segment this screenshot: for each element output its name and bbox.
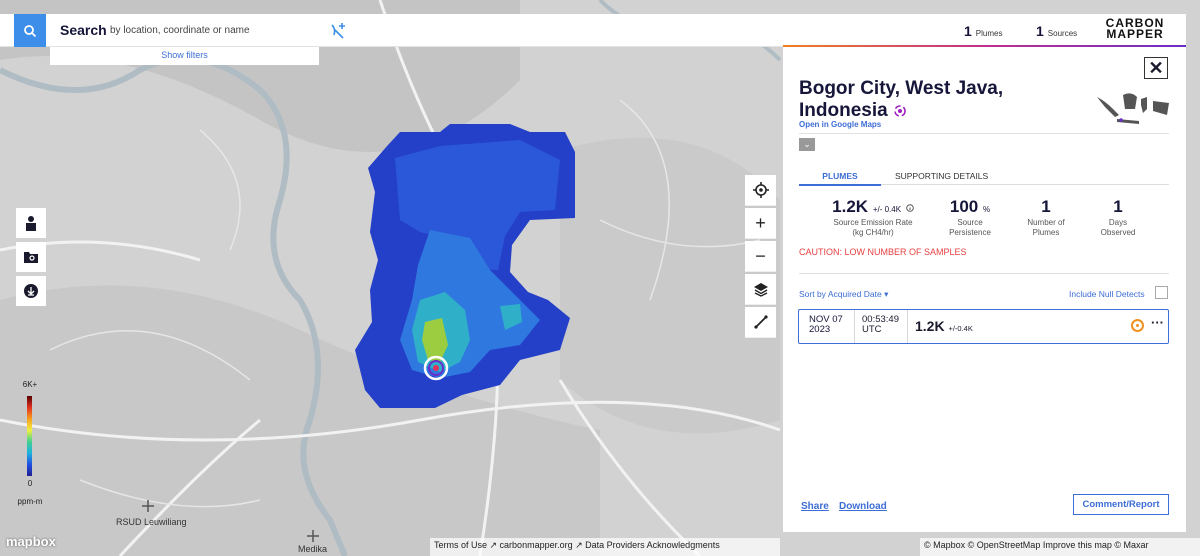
app-root: RSUD Leuwiliang Medika Search by locatio… [0, 0, 1200, 556]
ruler-icon [753, 315, 768, 329]
persistence-value: 100 [949, 197, 979, 216]
emission-rate-error: +/- 0.4K [872, 205, 902, 214]
caution-message: CAUTION: LOW NUMBER OF SAMPLES [799, 247, 967, 257]
info-icon[interactable] [906, 204, 914, 212]
more-options-icon[interactable]: ··· [1151, 315, 1164, 330]
persistence-metric: 100 % Source Persistence [935, 197, 1005, 237]
plumes-stat-label: Plumes [975, 29, 1003, 38]
caret-down-icon: ▾ [884, 289, 889, 299]
legend-color-bar [27, 396, 32, 476]
emission-rate-metric: 1.2K +/- 0.4K Source Emission Rate (kg C… [823, 197, 923, 237]
persistence-label1: Source [957, 218, 983, 227]
null-detects-checkbox[interactable] [1155, 286, 1168, 299]
chevron-down-icon: ⌄ [803, 139, 811, 149]
plume-date: NOV 07 2023 [809, 315, 843, 335]
share-link[interactable]: Share [801, 501, 829, 512]
plume-count-label2: Plumes [1032, 228, 1060, 237]
search-input[interactable]: by location, coordinate or name [110, 25, 250, 36]
divider [799, 273, 1169, 274]
plume-emission-error: +/-0.4K [948, 324, 973, 333]
close-button[interactable]: ✕ [1144, 57, 1168, 79]
plume-time-zone: UTC [862, 324, 882, 335]
measure-button[interactable] [745, 307, 776, 338]
layers-button[interactable] [745, 274, 776, 305]
plus-icon: + [755, 212, 766, 233]
target-icon[interactable] [1131, 319, 1144, 332]
sources-stat: 1 Sources [1036, 23, 1077, 39]
show-filters-link[interactable]: Show filters [50, 47, 319, 65]
plume-count-value: 1 [1041, 197, 1051, 216]
search-label[interactable]: Search [60, 22, 107, 38]
folder-search-button[interactable] [16, 242, 46, 272]
zoom-in-button[interactable]: + [745, 208, 776, 239]
top-bar: Search by location, coordinate or name 1… [0, 14, 1186, 47]
null-detects-label: Include Null Detects [1069, 289, 1145, 299]
plume-source-icon [894, 105, 906, 117]
logo-line2: MAPPER [1106, 27, 1164, 41]
sort-dropdown[interactable]: Sort by Acquired Date ▾ [799, 289, 888, 300]
google-maps-link[interactable]: Open in Google Maps [799, 120, 881, 129]
sources-count: 1 [1036, 23, 1044, 39]
carbon-mapper-logo[interactable]: CARBON MAPPER [1096, 17, 1174, 44]
emission-rate-label1: Source Emission Rate [833, 218, 913, 227]
download-icon [24, 284, 38, 298]
plumes-count: 1 [964, 23, 972, 39]
concentration-legend: 6K+ 0 ppm-m [18, 377, 43, 507]
map-attribution[interactable]: © Mapbox © OpenStreetMap Improve this ma… [920, 538, 1200, 556]
mapbox-logo[interactable]: mapbox [6, 534, 56, 549]
source-details-panel: ✕ Bogor City, West Java, Indonesia Open … [783, 47, 1186, 532]
expand-details-button[interactable]: ⌄ [799, 138, 815, 151]
legend-max: 6K+ [22, 380, 38, 389]
divider [907, 310, 908, 343]
crosshair-icon [752, 182, 769, 198]
sort-label: Sort by Acquired Date [799, 289, 882, 299]
map-label-place2: Medika [298, 544, 328, 554]
map-label-place: RSUD Leuwiliang [116, 517, 187, 527]
plume-time: 00:53:49 UTC [862, 315, 899, 335]
search-icon [24, 24, 37, 37]
plume-emission: 1.2K +/-0.4K [915, 318, 973, 334]
days-observed-metric: 1 Days Observed [1087, 197, 1149, 237]
divider [854, 310, 855, 343]
plume-date-year: 2023 [809, 324, 831, 335]
indonesia-minimap [1097, 93, 1169, 124]
search-button[interactable] [14, 14, 46, 47]
emission-rate-value: 1.2K [832, 197, 869, 216]
divider [799, 133, 1169, 134]
source-marker [423, 355, 449, 381]
sources-stat-label: Sources [1047, 29, 1078, 38]
legend-min: 0 [27, 479, 33, 488]
zoom-out-button[interactable]: − [745, 241, 776, 272]
download-link[interactable]: Download [839, 501, 887, 512]
days-observed-label1: Days [1108, 218, 1128, 227]
user-icon [26, 216, 36, 231]
persistence-unit: % [982, 205, 991, 214]
download-data-button[interactable] [16, 276, 46, 306]
plume-count-label1: Number of [1027, 218, 1065, 227]
attribution-links[interactable]: Terms of Use ↗ carbonmapper.org ↗ Data P… [430, 538, 780, 556]
source-location-title: Bogor City, West Java, Indonesia [799, 78, 1029, 122]
days-observed-value: 1 [1113, 197, 1123, 216]
persistence-label2: Persistence [949, 228, 991, 237]
folder-search-icon [24, 252, 38, 263]
legend-unit: ppm-m [17, 497, 43, 506]
plumes-stat: 1 Plumes [964, 23, 1002, 39]
tab-supporting-details[interactable]: SUPPORTING DETAILS [895, 171, 988, 181]
panel-tabs: PLUMES SUPPORTING DETAILS [799, 168, 1169, 186]
layers-icon [753, 283, 768, 297]
satellite-add-icon[interactable] [328, 21, 348, 41]
plume-emission-value: 1.2K [915, 318, 945, 334]
plume-row[interactable]: NOV 07 2023 00:53:49 UTC 1.2K +/-0.4K ··… [798, 309, 1169, 344]
tab-plumes[interactable]: PLUMES [799, 171, 881, 186]
minus-icon: − [755, 245, 766, 266]
plume-count-metric: 1 Number of Plumes [1015, 197, 1077, 237]
locate-button[interactable] [745, 175, 776, 206]
user-button[interactable] [16, 208, 46, 238]
emission-rate-label2: (kg CH4/hr) [852, 228, 894, 237]
comment-report-button[interactable]: Comment/Report [1073, 494, 1169, 515]
days-observed-label2: Observed [1100, 228, 1136, 237]
